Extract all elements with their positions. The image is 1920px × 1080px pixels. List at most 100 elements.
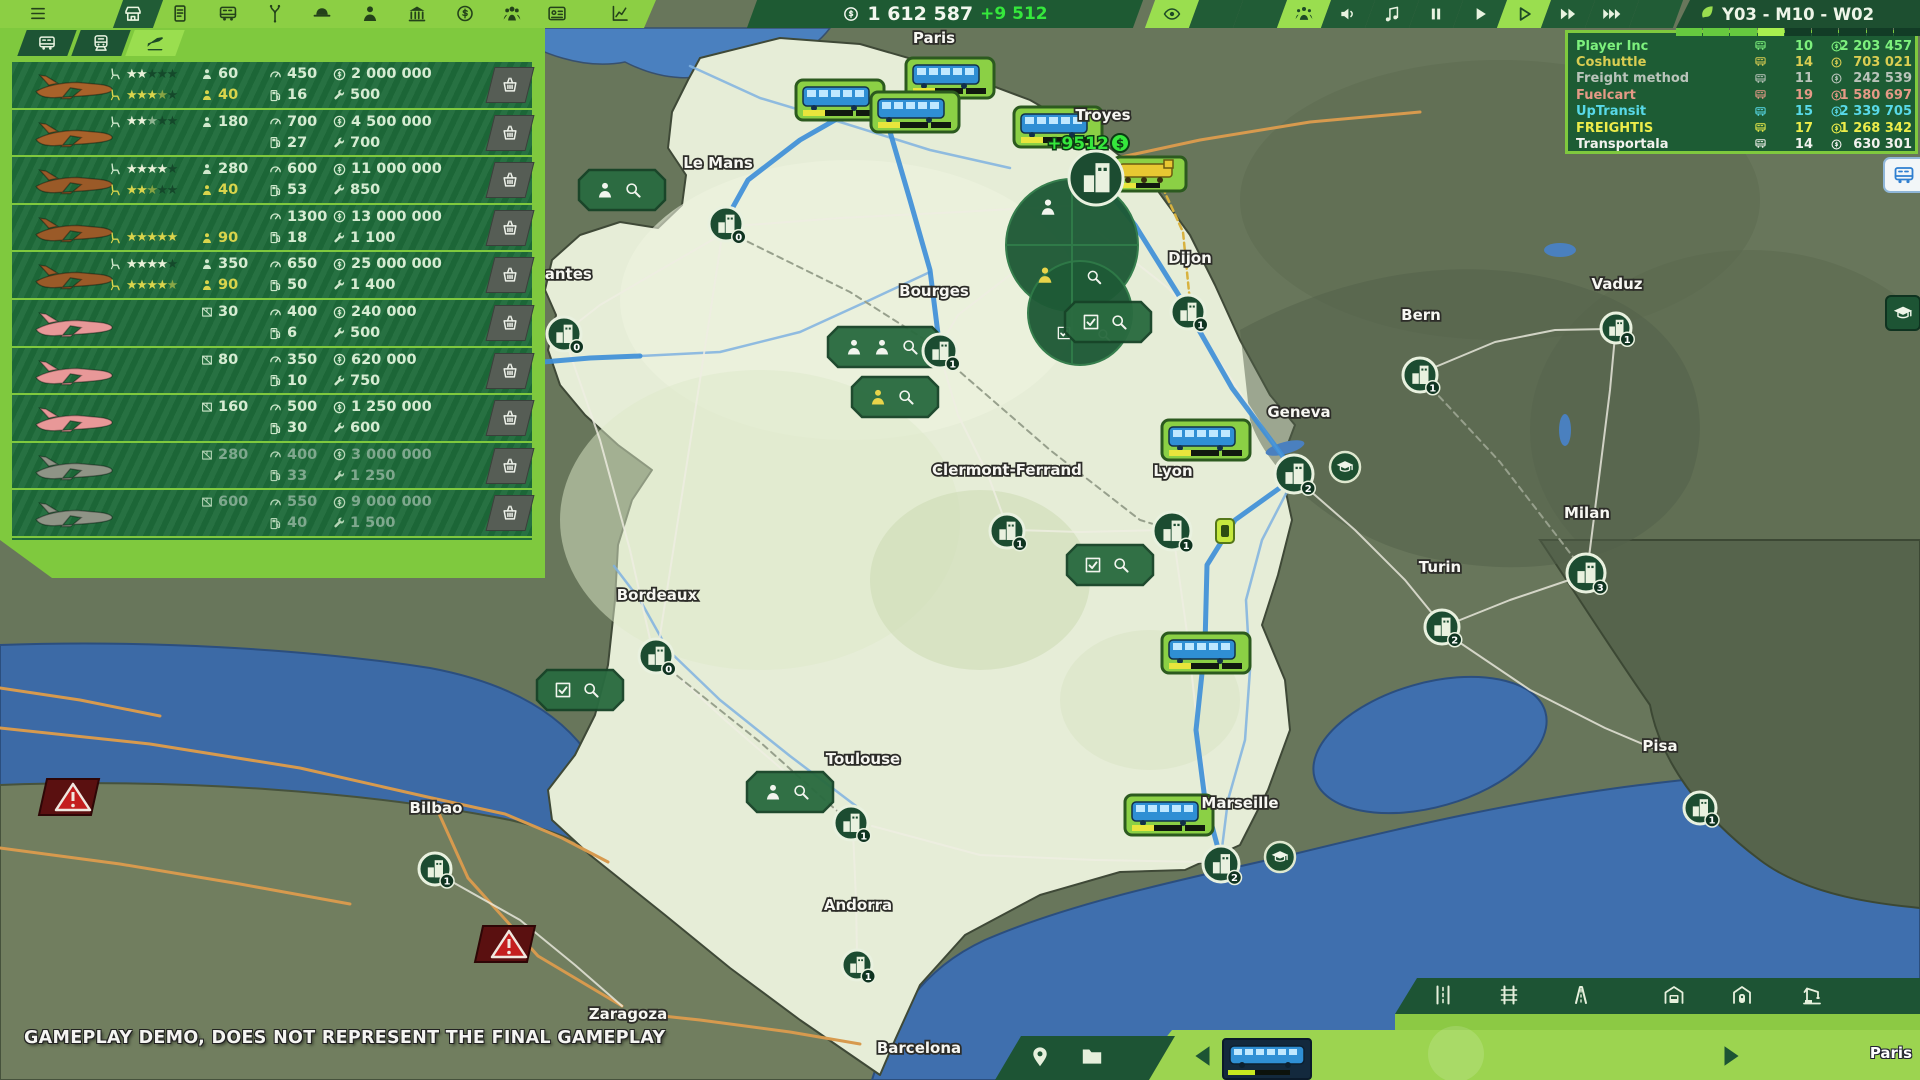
toolbar-hat-button[interactable] xyxy=(312,3,333,28)
city-station-marker[interactable] xyxy=(1069,151,1123,205)
city-station-marker[interactable]: 3 xyxy=(1567,554,1607,594)
city-label: Pisa xyxy=(1642,737,1677,755)
right-arrow-icon xyxy=(1725,1046,1739,1066)
buy-aircraft-button[interactable] xyxy=(486,448,535,484)
buy-aircraft-button[interactable] xyxy=(486,353,535,389)
buy-aircraft-button[interactable] xyxy=(486,210,535,246)
aircraft-row[interactable]: 130013 000 000★★★★★90181 100 xyxy=(12,205,532,253)
selected-vehicle-thumbnail[interactable] xyxy=(1222,1038,1312,1080)
station-count-badge: 1 xyxy=(1197,320,1204,331)
city-station-marker[interactable]: 1 xyxy=(990,514,1027,551)
city-station-marker[interactable]: 1 xyxy=(923,334,960,371)
university-marker[interactable] xyxy=(1265,842,1295,872)
city-station-marker[interactable]: 1 xyxy=(419,853,454,888)
toolbar-route-button[interactable] xyxy=(265,3,286,28)
build-road-button[interactable] xyxy=(1431,983,1455,1011)
vehicle-count: 14 xyxy=(1773,55,1813,70)
buy-aircraft-button[interactable] xyxy=(486,115,535,151)
city-station-marker[interactable]: 1 xyxy=(1153,512,1193,552)
toolbar-person-button[interactable] xyxy=(360,3,381,28)
toolbar-menu-button[interactable] xyxy=(28,3,49,28)
alert-marker[interactable] xyxy=(39,779,99,815)
toolbar-bus-button[interactable] xyxy=(218,3,239,28)
shop-plane-tab[interactable] xyxy=(125,30,184,56)
city-station-marker[interactable]: 1 xyxy=(1684,792,1719,827)
toolbar-chart-button[interactable] xyxy=(610,3,631,28)
speed-value: 400 xyxy=(287,304,317,320)
leaderboard-row[interactable]: UpTransit 15 2 339 705 xyxy=(1568,104,1915,120)
leaderboard-row[interactable]: Player Inc 10 2 203 457 xyxy=(1568,38,1915,54)
seat-icon xyxy=(108,278,122,292)
industry-marker[interactable] xyxy=(1065,302,1151,342)
aircraft-row[interactable]: ★★★★★28060011 000 000★★★★★4053850 xyxy=(12,157,532,205)
leaderboard-row[interactable]: Freight method 11 242 539 xyxy=(1568,71,1915,87)
bus-stop-card[interactable] xyxy=(1162,633,1250,673)
leaderboard-row[interactable]: FREIGHTIS 17 1 268 342 xyxy=(1568,120,1915,136)
alert-marker[interactable] xyxy=(475,926,535,962)
city-station-marker[interactable]: 0 xyxy=(547,317,584,354)
aircraft-row[interactable]: 1605001 250 00030600 xyxy=(12,395,532,443)
bus-stop-card[interactable] xyxy=(1125,795,1213,835)
capacity-value: 60 xyxy=(218,66,238,82)
leaderboard-row[interactable]: Transportala 14 630 301 xyxy=(1568,136,1915,152)
coin-icon xyxy=(332,67,347,82)
buy-aircraft-button[interactable] xyxy=(486,400,535,436)
industry-marker[interactable] xyxy=(537,670,623,710)
toolbar-bank-button[interactable] xyxy=(407,3,428,28)
toolbar-people-button[interactable] xyxy=(502,3,523,28)
industry-marker[interactable] xyxy=(852,377,938,417)
city-station-marker[interactable]: 2 xyxy=(1203,846,1242,885)
industry-marker[interactable] xyxy=(1067,545,1153,585)
aircraft-row[interactable]: ★★★★★35065025 000 000★★★★★90501 400 xyxy=(12,252,532,300)
left-arrow-icon xyxy=(1195,1046,1209,1066)
pin-icon xyxy=(1027,1043,1053,1069)
aircraft-row[interactable]: 2804003 000 000331 250 xyxy=(12,443,532,491)
vehicle-progress-bar xyxy=(1228,1070,1290,1075)
bus-stop-card[interactable] xyxy=(871,92,959,132)
shop-bus-tab[interactable] xyxy=(17,30,76,56)
bus-stop-card[interactable] xyxy=(1162,420,1250,460)
fuel-station-marker[interactable] xyxy=(1216,519,1234,543)
aircraft-row[interactable]: ★★★★★604502 000 000★★★★★4016500 xyxy=(12,62,532,110)
toolbar-money-exchange-button[interactable] xyxy=(455,3,476,28)
shop-train-tab[interactable] xyxy=(71,30,130,56)
city-station-marker[interactable]: 0 xyxy=(639,639,676,676)
next-vehicle-button[interactable] xyxy=(1718,1042,1744,1070)
vehicle-badge-button[interactable] xyxy=(1884,158,1920,192)
aircraft-row[interactable]: 6005509 000 000401 500 xyxy=(12,490,532,538)
leaderboard-row[interactable]: Fuelcart 19 1 580 697 xyxy=(1568,87,1915,103)
buy-aircraft-button[interactable] xyxy=(486,257,535,293)
city-station-marker[interactable]: 1 xyxy=(1171,295,1208,332)
city-station-marker[interactable]: 2 xyxy=(1425,610,1462,647)
build-crane-button[interactable] xyxy=(1800,983,1824,1011)
buy-aircraft-button[interactable] xyxy=(486,495,535,531)
bus-icon xyxy=(1754,137,1767,150)
leaderboard-row[interactable]: Coshuttle 14 703 021 xyxy=(1568,54,1915,70)
toolbar-shop-button[interactable] xyxy=(123,3,144,28)
university-marker[interactable] xyxy=(1330,452,1360,482)
build-runway-button[interactable] xyxy=(1569,983,1593,1011)
aircraft-row[interactable]: 80350620 00010750 xyxy=(12,348,532,396)
prev-vehicle-button[interactable] xyxy=(1190,1042,1216,1070)
city-station-marker[interactable]: 2 xyxy=(1275,455,1315,495)
city-station-marker[interactable]: 1 xyxy=(1403,358,1440,395)
buy-aircraft-button[interactable] xyxy=(486,162,535,198)
buy-aircraft-button[interactable] xyxy=(486,67,535,103)
build-bus-depot-button[interactable] xyxy=(1662,983,1686,1011)
build-train-depot-button[interactable] xyxy=(1730,983,1754,1011)
research-button[interactable] xyxy=(1886,296,1920,330)
aircraft-row[interactable]: ★★★★★1807004 500 00027700 xyxy=(12,110,532,158)
industry-marker[interactable] xyxy=(579,170,665,210)
bottom-folder-button[interactable] xyxy=(1079,1043,1105,1073)
bottom-pin-button[interactable] xyxy=(1027,1043,1053,1073)
city-station-marker[interactable]: 0 xyxy=(709,207,746,244)
aircraft-row[interactable]: 30400240 0006500 xyxy=(12,300,532,348)
build-rail-button[interactable] xyxy=(1497,983,1521,1011)
buy-aircraft-button[interactable] xyxy=(486,305,535,341)
train-stop-card[interactable] xyxy=(1114,157,1186,191)
company-name: Coshuttle xyxy=(1576,55,1646,70)
toolbar-id-card-button[interactable] xyxy=(547,3,568,28)
toolbar-document-button[interactable] xyxy=(170,3,191,28)
industry-marker[interactable] xyxy=(747,772,833,812)
city-station-marker[interactable]: 1 xyxy=(834,806,871,843)
